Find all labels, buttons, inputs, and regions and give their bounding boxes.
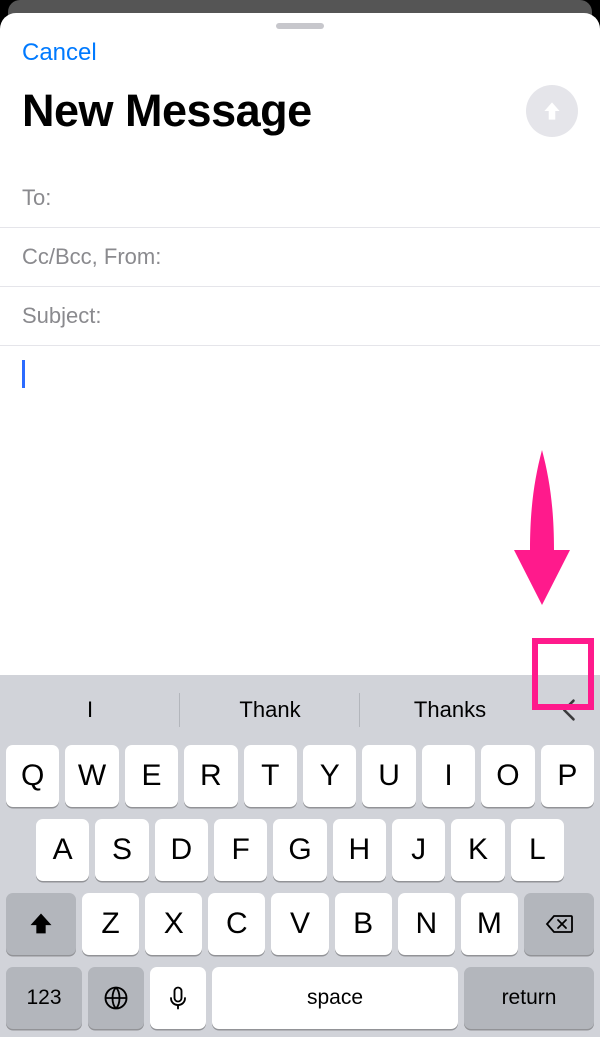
key-l[interactable]: L [511, 819, 564, 881]
key-row-4: 123 space return [0, 967, 600, 1029]
chevron-left-icon [556, 696, 584, 724]
key-k[interactable]: K [451, 819, 504, 881]
header: Cancel New Message [0, 35, 600, 169]
key-m[interactable]: M [461, 893, 518, 955]
key-x[interactable]: X [145, 893, 202, 955]
ccbcc-from-field[interactable]: Cc/Bcc, From: [0, 228, 600, 287]
key-f[interactable]: F [214, 819, 267, 881]
backspace-icon [545, 910, 573, 938]
to-field[interactable]: To: [0, 169, 600, 228]
key-q[interactable]: Q [6, 745, 59, 807]
key-z[interactable]: Z [82, 893, 139, 955]
suggestion-toggle[interactable] [540, 696, 600, 724]
key-h[interactable]: H [333, 819, 386, 881]
key-e[interactable]: E [125, 745, 178, 807]
key-c[interactable]: C [208, 893, 265, 955]
key-d[interactable]: D [155, 819, 208, 881]
suggestion-row: I Thank Thanks [0, 675, 600, 745]
key-row-2: A S D F G H J K L [0, 819, 600, 881]
globe-icon [102, 984, 130, 1012]
title-row: New Message [22, 85, 578, 137]
key-g[interactable]: G [273, 819, 326, 881]
sheet-grabber[interactable] [276, 23, 324, 29]
keyboard: I Thank Thanks Q W E R T Y U I O P A S D [0, 675, 600, 1037]
suggestion-2[interactable]: Thank [180, 687, 360, 733]
key-j[interactable]: J [392, 819, 445, 881]
page-title: New Message [22, 85, 312, 137]
key-o[interactable]: O [481, 745, 534, 807]
shift-icon [27, 910, 55, 938]
key-r[interactable]: R [184, 745, 237, 807]
key-v[interactable]: V [271, 893, 328, 955]
key-i[interactable]: I [422, 745, 475, 807]
key-a[interactable]: A [36, 819, 89, 881]
key-u[interactable]: U [362, 745, 415, 807]
key-n[interactable]: N [398, 893, 455, 955]
backspace-key[interactable] [524, 893, 594, 955]
send-button[interactable] [526, 85, 578, 137]
arrow-up-icon [539, 98, 565, 124]
dictation-key[interactable] [150, 967, 206, 1029]
key-s[interactable]: S [95, 819, 148, 881]
cancel-button[interactable]: Cancel [22, 35, 97, 85]
key-y[interactable]: Y [303, 745, 356, 807]
globe-key[interactable] [88, 967, 144, 1029]
suggestion-1[interactable]: I [0, 687, 180, 733]
microphone-icon [164, 984, 192, 1012]
text-cursor [22, 360, 25, 388]
key-t[interactable]: T [244, 745, 297, 807]
suggestion-3[interactable]: Thanks [360, 687, 540, 733]
key-p[interactable]: P [541, 745, 594, 807]
key-w[interactable]: W [65, 745, 118, 807]
key-b[interactable]: B [335, 893, 392, 955]
space-key[interactable]: space [212, 967, 458, 1029]
key-row-1: Q W E R T Y U I O P [0, 745, 600, 807]
annotation-arrow-icon [504, 450, 580, 610]
subject-field[interactable]: Subject: [0, 287, 600, 346]
numbers-key[interactable]: 123 [6, 967, 82, 1029]
key-row-3: Z X C V B N M [0, 893, 600, 955]
shift-key[interactable] [6, 893, 76, 955]
return-key[interactable]: return [464, 967, 594, 1029]
